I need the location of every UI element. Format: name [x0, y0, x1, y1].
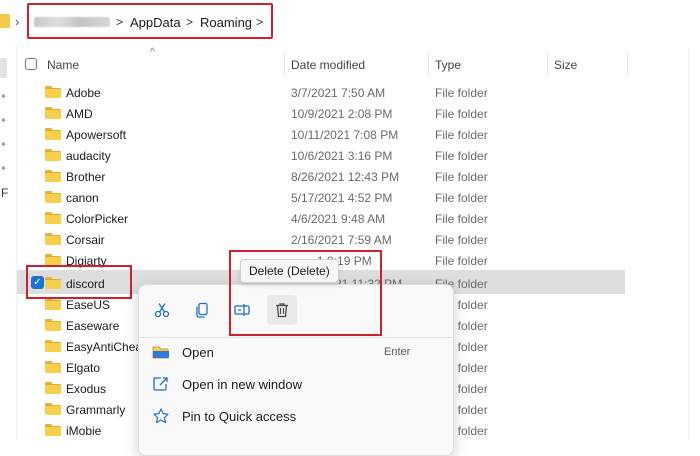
- chevron-right-icon[interactable]: ›: [15, 14, 19, 29]
- open-new-window-icon: [153, 377, 168, 391]
- file-date: 8/26/2021 12:43 PM: [291, 170, 400, 184]
- menu-item-pin-quick-access[interactable]: Pin to Quick access: [139, 401, 453, 431]
- folder-icon: [45, 298, 61, 310]
- file-name: EaseUS: [66, 298, 111, 312]
- column-header-size[interactable]: Size: [554, 58, 577, 72]
- cut-button[interactable]: [147, 295, 177, 325]
- list-item[interactable]: audacity 10/6/2021 3:16 PM File folder: [0, 145, 700, 166]
- file-name: Adobe: [66, 86, 101, 100]
- list-item[interactable]: Brother 8/26/2021 12:43 PM File folder: [0, 166, 700, 187]
- folder-icon: [45, 233, 61, 245]
- folder-icon: [45, 170, 61, 182]
- file-date: 5/17/2021 4:52 PM: [291, 191, 393, 205]
- file-name: Grammarly: [66, 403, 126, 417]
- select-all-checkbox[interactable]: [25, 58, 37, 70]
- nav-scrollbar[interactable]: [0, 58, 7, 78]
- file-name: canon: [66, 191, 99, 205]
- file-name: Brother: [66, 170, 106, 184]
- menu-item-open[interactable]: Open Enter: [139, 337, 453, 367]
- column-header-type[interactable]: Type: [435, 58, 461, 72]
- list-item[interactable]: Adobe 3/7/2021 7:50 AM File folder: [0, 82, 700, 103]
- file-type: File folder: [435, 86, 488, 100]
- redacted-username: [34, 17, 110, 27]
- file-name: Easeware: [66, 319, 120, 333]
- address-bar[interactable]: › > AppData > Roaming >: [0, 0, 700, 46]
- column-header-name[interactable]: Name: [47, 58, 79, 72]
- chevron-right-icon[interactable]: >: [256, 15, 263, 29]
- file-type: File folder: [435, 149, 488, 163]
- copy-icon: [196, 302, 208, 318]
- menu-item-label: Open: [182, 345, 214, 360]
- column-header-row: ^ Name Date modified Type Size: [17, 47, 700, 78]
- menu-item-shortcut: Enter: [384, 346, 411, 358]
- folder-icon: [45, 424, 61, 436]
- file-type: File folder: [435, 233, 488, 247]
- delete-tooltip: Delete (Delete): [240, 259, 339, 283]
- list-item[interactable]: Corsair 2/16/2021 7:59 AM File folder: [0, 229, 700, 250]
- breadcrumb-appdata[interactable]: AppData: [130, 15, 181, 30]
- cut-icon: [154, 303, 170, 318]
- file-date: 3/7/2021 7:50 AM: [291, 86, 386, 100]
- menu-item-label: Open in new window: [182, 377, 302, 392]
- file-type: File folder: [435, 254, 488, 268]
- folder-icon: [45, 403, 61, 415]
- folder-icon: [45, 107, 61, 119]
- file-date: 10/6/2021 3:16 PM: [291, 149, 393, 163]
- file-date: 4/6/2021 9:48 AM: [291, 212, 386, 226]
- file-name: iMobie: [66, 424, 102, 438]
- menu-item-open-new-window[interactable]: Open in new window: [139, 369, 453, 399]
- menu-item-label: Pin to Quick access: [182, 409, 297, 424]
- list-item[interactable]: ColorPicker 4/6/2021 9:48 AM File folder: [0, 208, 700, 229]
- selection-highlight-box: [26, 265, 132, 299]
- sort-caret-icon: ^: [150, 47, 155, 58]
- column-divider[interactable]: [428, 52, 429, 76]
- folder-icon: [45, 149, 61, 161]
- folder-icon: [45, 86, 61, 98]
- list-item[interactable]: AMD 10/9/2021 2:08 PM File folder: [0, 103, 700, 124]
- file-name: AMD: [66, 107, 93, 121]
- list-item[interactable]: canon 5/17/2021 4:52 PM File folder: [0, 187, 700, 208]
- column-divider[interactable]: [547, 52, 548, 76]
- column-divider[interactable]: [284, 52, 285, 76]
- file-name: Exodus: [66, 382, 107, 396]
- folder-icon: [45, 340, 61, 352]
- file-date: 10/9/2021 2:08 PM: [291, 107, 393, 121]
- file-type: File folder: [435, 212, 488, 226]
- folder-icon: [45, 128, 61, 140]
- folder-icon: [0, 14, 10, 28]
- file-name: ColorPicker: [66, 212, 129, 226]
- copy-button[interactable]: [187, 295, 217, 325]
- folder-icon: [45, 212, 61, 224]
- folder-icon: [45, 191, 61, 203]
- chevron-right-icon[interactable]: >: [186, 15, 193, 29]
- list-item[interactable]: Apowersoft 10/11/2021 7:08 PM File folde…: [0, 124, 700, 145]
- chevron-right-icon[interactable]: >: [116, 15, 123, 29]
- file-type: File folder: [435, 128, 488, 142]
- breadcrumb-roaming[interactable]: Roaming: [200, 15, 252, 30]
- star-icon: [153, 408, 169, 424]
- file-type: File folder: [435, 107, 488, 121]
- file-type: File folder: [435, 170, 488, 184]
- file-name: EasyAntiChea: [66, 340, 143, 354]
- file-date: 10/11/2021 7:08 PM: [291, 128, 399, 142]
- column-divider[interactable]: [627, 52, 628, 76]
- file-name: Corsair: [66, 233, 105, 247]
- file-name: audacity: [66, 149, 111, 163]
- file-type: File folder: [435, 191, 488, 205]
- folder-icon: [45, 319, 61, 331]
- file-name: Apowersoft: [66, 128, 127, 142]
- folder-open-icon: [152, 346, 169, 359]
- column-header-date[interactable]: Date modified: [291, 58, 365, 72]
- file-date: 2/16/2021 7:59 AM: [291, 233, 392, 247]
- folder-icon: [45, 361, 61, 373]
- file-name: Elgato: [66, 361, 101, 375]
- folder-icon: [45, 382, 61, 394]
- scroll-track: [688, 48, 689, 439]
